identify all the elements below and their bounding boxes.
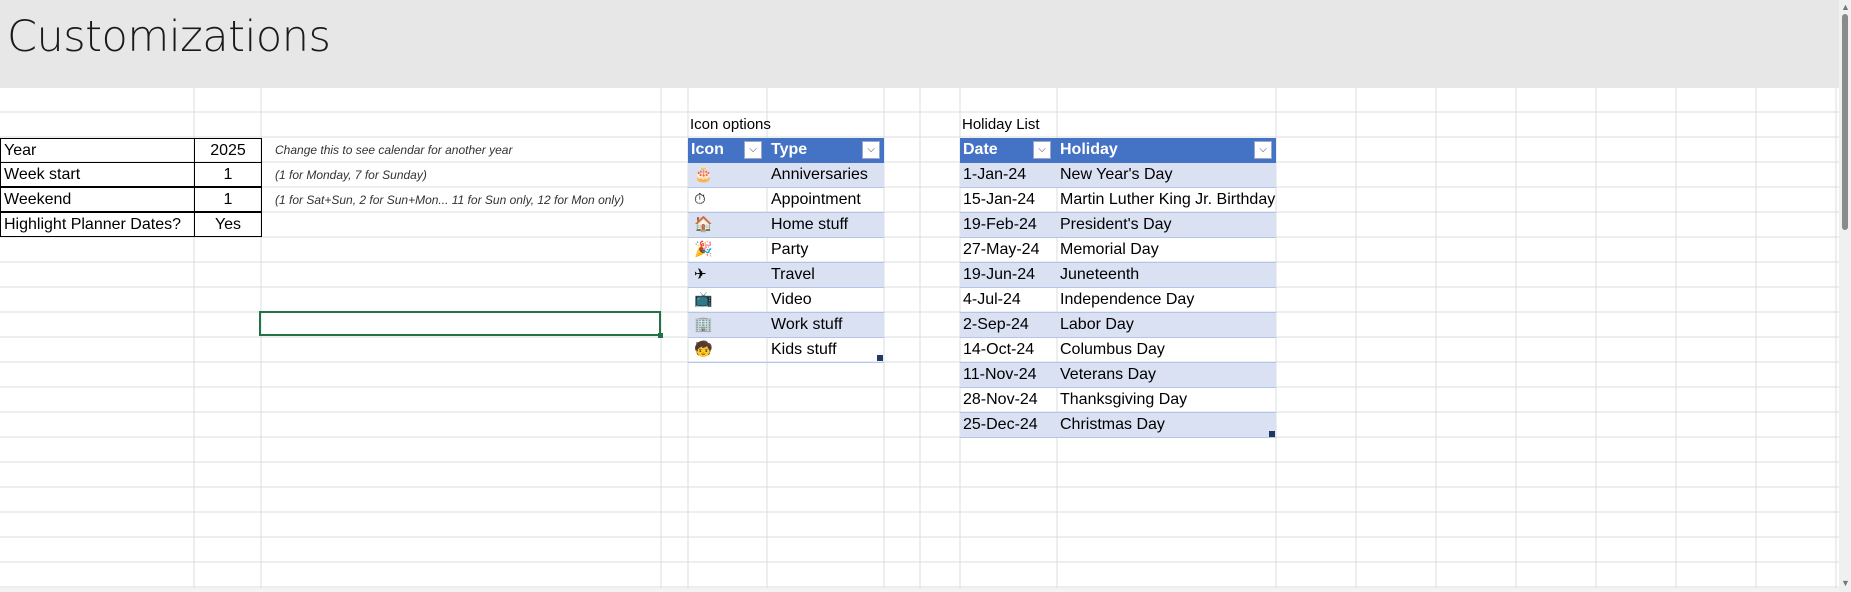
holiday-cell[interactable]: Martin Luther King Jr. Birthday (1057, 188, 1275, 212)
airplane-icon: ✈ (694, 266, 707, 283)
date-cell[interactable]: 4-Jul-24 (960, 288, 1057, 312)
table-row[interactable]: ✈ Travel (688, 263, 884, 288)
vertical-scrollbar[interactable]: ▲ ▼ (1839, 0, 1851, 592)
icon-table-caption: Icon options (690, 116, 771, 133)
setting-value-highlight[interactable]: Yes (194, 212, 262, 237)
date-filter-dropdown-icon[interactable]: ⌵ (1033, 141, 1051, 159)
type-cell[interactable]: Kids stuff (768, 338, 887, 362)
icon-filter-dropdown-icon[interactable]: ⌵ (744, 141, 762, 159)
television-icon: 📺 (694, 291, 713, 308)
date-cell[interactable]: 11-Nov-24 (960, 363, 1057, 387)
table-row[interactable]: ⏱ Appointment (688, 188, 884, 213)
child-icon: 🧒 (694, 341, 713, 358)
note-weekend: (1 for Sat+Sun, 2 for Sun+Mon... 11 for … (275, 193, 625, 207)
holiday-cell[interactable]: Labor Day (1057, 313, 1134, 337)
table-row[interactable]: 🏠 Home stuff (688, 213, 884, 238)
date-cell[interactable]: 15-Jan-24 (960, 188, 1057, 212)
holiday-cell[interactable]: Memorial Day (1057, 238, 1159, 262)
sheet-bottom-edge (0, 588, 1839, 592)
holiday-filter-dropdown-icon[interactable]: ⌵ (1254, 141, 1272, 159)
date-cell[interactable]: 25-Dec-24 (960, 413, 1057, 437)
note-week-start: (1 for Monday, 7 for Sunday) (275, 168, 427, 182)
table-row[interactable]: 19-Jun-24 Juneteenth (960, 263, 1276, 288)
holiday-column-header[interactable]: Holiday (1057, 138, 1276, 163)
date-cell[interactable]: 19-Feb-24 (960, 213, 1057, 237)
setting-label-highlight[interactable]: Highlight Planner Dates? (0, 212, 195, 237)
type-cell[interactable]: Video (768, 288, 887, 312)
table-row[interactable]: 📺 Video (688, 288, 884, 313)
date-cell[interactable]: 28-Nov-24 (960, 388, 1057, 412)
setting-value-week-start[interactable]: 1 (194, 162, 262, 187)
scrollbar-thumb[interactable] (1842, 14, 1848, 230)
setting-label-year[interactable]: Year (0, 138, 195, 163)
type-cell[interactable]: Party (768, 238, 887, 262)
setting-label-weekend[interactable]: Weekend (0, 187, 195, 212)
table-row[interactable]: 🎉 Party (688, 238, 884, 263)
table-row[interactable]: 25-Dec-24 Christmas Day (960, 413, 1276, 438)
fill-handle[interactable] (658, 333, 663, 338)
table-row[interactable]: 27-May-24 Memorial Day (960, 238, 1276, 263)
setting-value-year[interactable]: 2025 (194, 138, 262, 163)
holiday-table-resize-handle[interactable] (1269, 431, 1275, 437)
icon-table-resize-handle[interactable] (877, 355, 883, 361)
holiday-table-caption: Holiday List (962, 116, 1040, 133)
holiday-table-header: Date ⌵ Holiday ⌵ (960, 138, 1276, 163)
setting-value-weekend[interactable]: 1 (194, 187, 262, 212)
icon-table-header: Icon ⌵ Type ⌵ (688, 138, 884, 163)
table-row[interactable]: 11-Nov-24 Veterans Day (960, 363, 1276, 388)
table-row[interactable]: 🧒 Kids stuff (688, 338, 884, 363)
table-row[interactable]: 28-Nov-24 Thanksgiving Day (960, 388, 1276, 413)
holiday-cell[interactable]: New Year's Day (1057, 163, 1172, 187)
office-building-icon: 🏢 (694, 316, 713, 333)
table-row[interactable]: 15-Jan-24 Martin Luther King Jr. Birthday (960, 188, 1276, 213)
holiday-cell[interactable]: Juneteenth (1057, 263, 1139, 287)
stopwatch-icon: ⏱ (694, 191, 706, 208)
birthday-cake-icon: 🎂 (694, 166, 713, 183)
holiday-cell[interactable]: Columbus Day (1057, 338, 1165, 362)
table-row[interactable]: 🏢 Work stuff (688, 313, 884, 338)
holiday-cell[interactable]: Christmas Day (1057, 413, 1165, 437)
house-icon: 🏠 (694, 216, 713, 233)
holiday-cell[interactable]: President's Day (1057, 213, 1172, 237)
active-cell-selection[interactable] (259, 311, 661, 336)
type-cell[interactable]: Anniversaries (768, 163, 887, 187)
scroll-up-arrow-icon[interactable]: ▲ (1841, 2, 1850, 12)
table-row[interactable]: 🎂 Anniversaries (688, 163, 884, 188)
table-row[interactable]: 14-Oct-24 Columbus Day (960, 338, 1276, 363)
table-row[interactable]: 1-Jan-24 New Year's Day (960, 163, 1276, 188)
setting-label-week-start[interactable]: Week start (0, 162, 195, 187)
table-row[interactable]: 4-Jul-24 Independence Day (960, 288, 1276, 313)
note-year: Change this to see calendar for another … (275, 143, 513, 157)
type-sort-filter-icon[interactable]: ⌵ (862, 141, 880, 159)
type-cell[interactable]: Work stuff (768, 313, 887, 337)
holiday-cell[interactable]: Veterans Day (1057, 363, 1156, 387)
date-cell[interactable]: 2-Sep-24 (960, 313, 1057, 337)
type-cell[interactable]: Appointment (768, 188, 887, 212)
page-title: Customizations (7, 12, 331, 62)
date-cell[interactable]: 19-Jun-24 (960, 263, 1057, 287)
scroll-down-arrow-icon[interactable]: ▼ (1841, 578, 1850, 588)
holiday-cell[interactable]: Thanksgiving Day (1057, 388, 1187, 412)
date-cell[interactable]: 27-May-24 (960, 238, 1057, 262)
worksheet-grid[interactable] (0, 88, 1839, 592)
type-cell[interactable]: Home stuff (768, 213, 887, 237)
date-cell[interactable]: 14-Oct-24 (960, 338, 1057, 362)
party-popper-icon: 🎉 (694, 241, 713, 258)
date-cell[interactable]: 1-Jan-24 (960, 163, 1057, 187)
table-row[interactable]: 2-Sep-24 Labor Day (960, 313, 1276, 338)
type-cell[interactable]: Travel (768, 263, 887, 287)
table-row[interactable]: 19-Feb-24 President's Day (960, 213, 1276, 238)
holiday-cell[interactable]: Independence Day (1057, 288, 1194, 312)
